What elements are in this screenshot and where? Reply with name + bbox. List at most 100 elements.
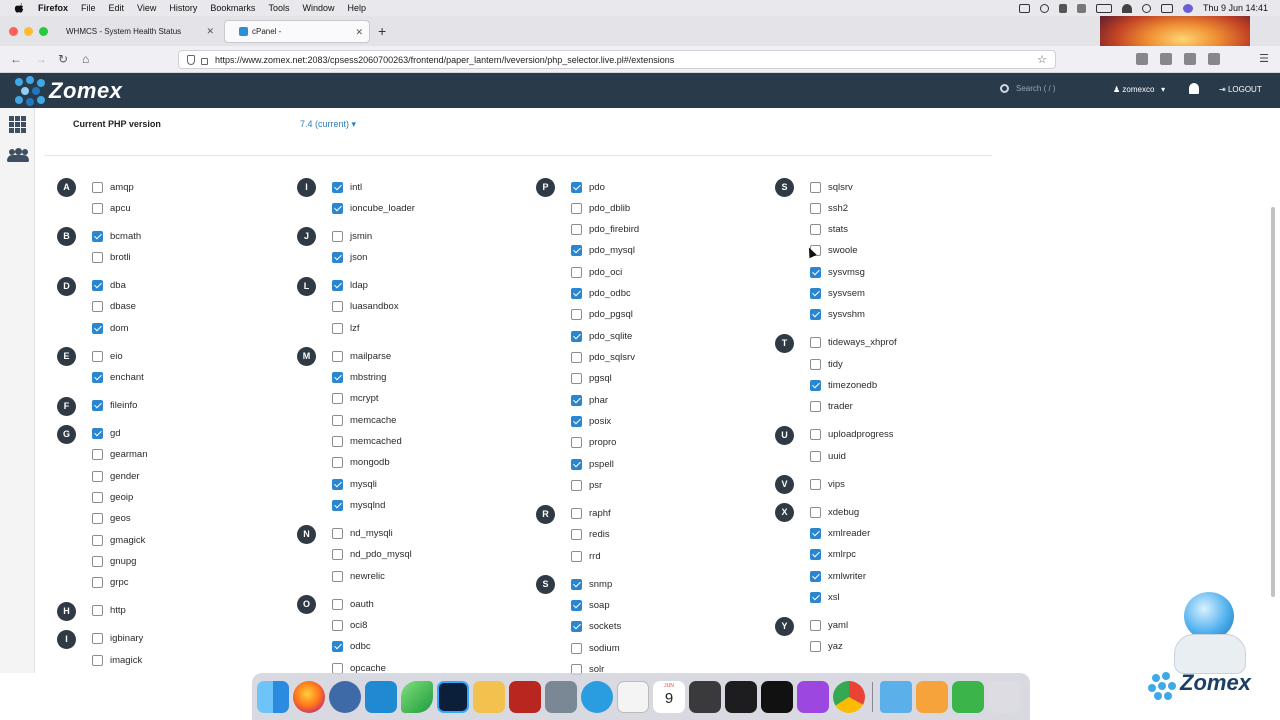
extension-checkbox[interactable] [571,266,582,278]
extension-mysqlnd[interactable]: mysqlnd [332,499,385,513]
extension-checkbox[interactable] [571,600,582,612]
extension-ioncube-loader[interactable]: ioncube_loader [332,201,415,215]
extension-eio[interactable]: eio [92,349,123,363]
extension-mysqli[interactable]: mysqli [332,477,377,491]
bookmark-star-icon[interactable]: ☆ [1037,53,1047,66]
extension-checkbox[interactable] [92,280,103,292]
extension-checkbox[interactable] [332,570,343,582]
extension-oci8[interactable]: oci8 [332,619,367,633]
extension-xmlwriter[interactable]: xmlwriter [810,569,866,583]
apps-grid-icon[interactable] [9,116,27,133]
extension-puzzle-icon[interactable] [1208,53,1220,65]
launchpad-icon[interactable] [545,680,577,713]
extension-raphf[interactable]: raphf [571,507,611,521]
url-bar[interactable]: https://www.zomex.net:2083/cpsess2060700… [178,50,1056,69]
extension-jsmin[interactable]: jsmin [332,229,372,243]
extension-checkbox[interactable] [332,528,343,540]
extension-pdo[interactable]: pdo [571,180,605,194]
lock-icon[interactable] [201,57,208,65]
extension-checkbox[interactable] [332,641,343,653]
extension-checkbox[interactable] [92,181,103,193]
extension-xdebug[interactable]: xdebug [810,505,859,519]
extension-checkbox[interactable] [332,252,343,264]
extension-checkbox[interactable] [810,358,821,370]
extension-rrd[interactable]: rrd [571,549,601,563]
extension-sodium[interactable]: sodium [571,641,620,655]
close-window-button[interactable] [9,27,18,36]
extension-checkbox[interactable] [92,633,103,645]
extension-propro[interactable]: propro [571,436,616,450]
extension-trader[interactable]: trader [810,400,853,414]
extension-bcmath[interactable]: bcmath [92,229,141,243]
back-icon[interactable]: ← [10,52,22,66]
new-tab-icon[interactable]: + [378,23,386,39]
extension-sysvsem[interactable]: sysvsem [810,287,865,301]
extension-checkbox[interactable] [332,478,343,490]
extension-checkbox[interactable] [92,350,103,362]
extension-tidy[interactable]: tidy [810,357,843,371]
extension-geoip[interactable]: geoip [92,491,133,505]
extension-snmp[interactable]: snmp [571,577,612,591]
extension-checkbox[interactable] [571,309,582,321]
tools-icon[interactable] [1136,53,1148,65]
mute-icon[interactable] [1058,3,1067,13]
pocket-icon[interactable] [1160,53,1172,65]
extension-checkbox[interactable] [332,301,343,313]
extension-gearman[interactable]: gearman [92,448,148,462]
extension-checkbox[interactable] [92,400,103,412]
extension-geos[interactable]: geos [92,512,131,526]
extension-checkbox[interactable] [92,230,103,242]
extension-dom[interactable]: dom [92,321,128,335]
extension-checkbox[interactable] [571,181,582,193]
extension-pdo-firebird[interactable]: pdo_firebird [571,223,639,237]
extension-checkbox[interactable] [92,577,103,589]
extension-checkbox[interactable] [92,301,103,313]
battery-icon[interactable] [1095,3,1112,13]
extension-redis[interactable]: redis [571,528,610,542]
extension-checkbox[interactable] [810,202,821,214]
extension-checkbox[interactable] [332,202,343,214]
extension-checkbox[interactable] [571,352,582,364]
extension-gnupg[interactable]: gnupg [92,555,136,569]
extension-checkbox[interactable] [810,592,821,604]
proxy-app-icon[interactable] [329,680,361,713]
extension-apcu[interactable]: apcu [92,201,131,215]
extension-checkbox[interactable] [332,393,343,405]
extension-memcache[interactable]: memcache [332,413,396,427]
extension-lzf[interactable]: lzf [332,321,360,335]
extension-checkbox[interactable] [332,500,343,512]
extension-fileinfo[interactable]: fileinfo [92,399,137,413]
textedit-icon[interactable] [617,680,649,713]
extension-checkbox[interactable] [810,549,821,561]
menu-view[interactable]: View [137,3,156,13]
moon-icon[interactable] [1039,3,1049,13]
php-version-dropdown[interactable]: 7.4 (current) ▾ [300,119,356,130]
menu-tools[interactable]: Tools [268,3,289,13]
numbers-icon[interactable] [952,680,984,713]
wifi-off-icon[interactable] [1076,3,1086,13]
extension-grpc[interactable]: grpc [92,576,128,590]
extension-xmlrpc[interactable]: xmlrpc [810,548,856,562]
reload-icon[interactable]: ↻ [58,52,68,66]
extension-checkbox[interactable] [810,337,821,349]
close-tab-icon[interactable]: ✕ [355,27,363,38]
page-scrollbar[interactable] [1270,110,1276,670]
extension-posix[interactable]: posix [571,415,611,429]
extension-nd-mysqli[interactable]: nd_mysqli [332,527,393,541]
extension-phar[interactable]: phar [571,393,608,407]
extension-pdo-mysql[interactable]: pdo_mysql [571,244,635,258]
extension-checkbox[interactable] [571,508,582,520]
extension-pdo-sqlsrv[interactable]: pdo_sqlsrv [571,351,635,365]
pages-icon[interactable] [916,680,948,713]
siri-icon[interactable] [1182,3,1193,13]
extension-mongodb[interactable]: mongodb [332,456,390,470]
close-tab-icon[interactable]: ✕ [206,26,214,37]
tab-cpanel[interactable]: cPanel - ✕ [224,20,370,43]
screen-record-icon[interactable] [1018,3,1030,13]
terminal-icon[interactable] [761,680,793,713]
extension-checkbox[interactable] [810,309,821,321]
menu-app-firefox[interactable]: Firefox [38,3,68,13]
menu-edit[interactable]: Edit [109,3,125,13]
podcasts-icon[interactable] [797,680,829,713]
filezilla-icon[interactable] [509,680,541,713]
